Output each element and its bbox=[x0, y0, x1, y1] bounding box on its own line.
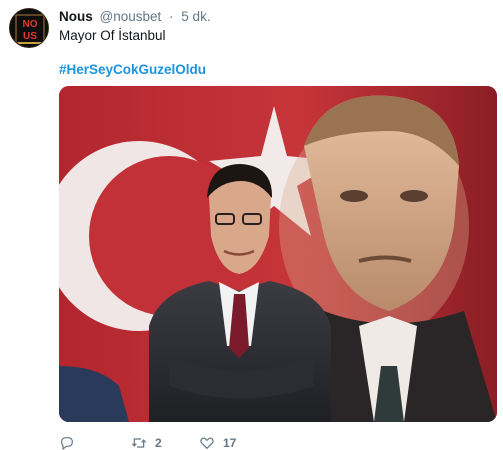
svg-text:NO: NO bbox=[23, 19, 38, 30]
avatar[interactable]: NO US bbox=[9, 8, 49, 48]
svg-text:US: US bbox=[23, 31, 37, 42]
photo-portrait-icon bbox=[59, 86, 497, 422]
retweet-count: 2 bbox=[155, 436, 162, 450]
tweet-photo[interactable] bbox=[59, 86, 497, 422]
retweet-button[interactable]: 2 bbox=[131, 434, 162, 450]
like-count: 17 bbox=[223, 436, 237, 450]
author-name[interactable]: Nous bbox=[59, 9, 93, 24]
like-button[interactable]: 17 bbox=[199, 434, 236, 450]
retweet-icon bbox=[131, 438, 147, 448]
tweet-text: Mayor Of İstanbul bbox=[59, 28, 166, 43]
reply-icon bbox=[61, 437, 73, 450]
tweet-card[interactable]: NO US Nous @nousbet · 5 dk. Mayor Of İst… bbox=[0, 0, 503, 450]
tweet-header: Nous @nousbet · 5 dk. bbox=[59, 9, 211, 25]
separator-dot: · bbox=[169, 9, 174, 24]
tweet-actions: 2 17 bbox=[59, 434, 499, 450]
author-handle[interactable]: @nousbet bbox=[100, 9, 162, 24]
tweet-timestamp[interactable]: 5 dk. bbox=[181, 9, 210, 24]
hashtag-link[interactable]: #HerSeyCokGuzelOldu bbox=[59, 61, 206, 79]
avatar-logo-icon: NO US bbox=[10, 9, 48, 47]
reply-button[interactable] bbox=[59, 434, 75, 450]
heart-icon bbox=[200, 437, 214, 449]
